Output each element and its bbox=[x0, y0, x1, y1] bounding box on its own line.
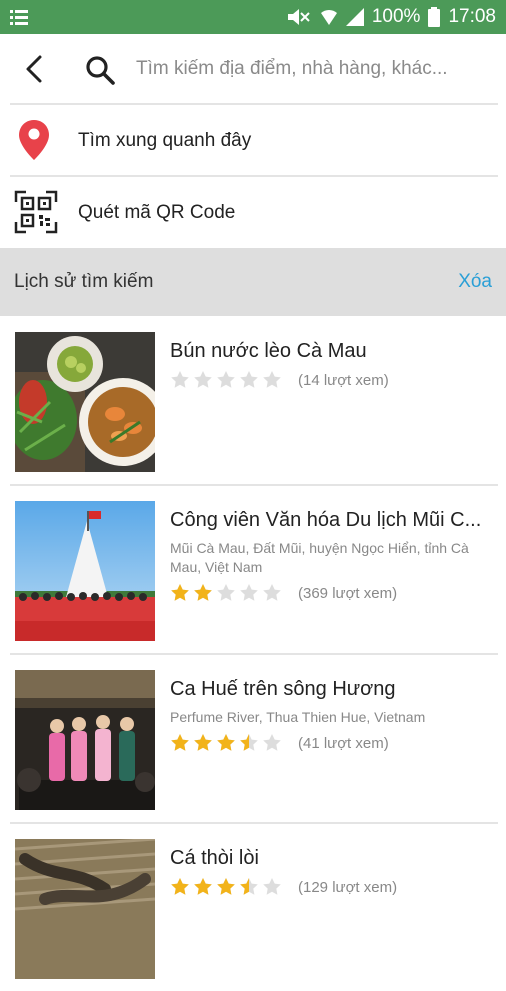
search-history-header: Lịch sử tìm kiếm Xóa bbox=[0, 248, 506, 316]
rating-row: (129 lượt xem) bbox=[170, 875, 397, 899]
history-item[interactable]: Cá thòi lòi (129 lượt xem) bbox=[0, 823, 506, 991]
star-filled-icon bbox=[171, 584, 189, 601]
star-filled-icon bbox=[171, 878, 189, 895]
location-pin-icon bbox=[19, 120, 49, 160]
star-filled-icon bbox=[171, 734, 189, 751]
nearby-label: Tìm xung quanh đây bbox=[78, 130, 252, 151]
item-address: Mũi Cà Mau, Đất Mũi, huyện Ngọc Hiển, tỉ… bbox=[170, 540, 469, 575]
food-photo bbox=[15, 332, 155, 472]
food-photo bbox=[15, 839, 155, 979]
view-count: (129 lượt xem) bbox=[298, 878, 398, 896]
star-empty-icon bbox=[217, 371, 235, 388]
notification-menu-icon bbox=[10, 10, 28, 25]
battery-icon bbox=[428, 7, 441, 27]
item-title: Cá thòi lòi bbox=[170, 847, 259, 869]
search-icon[interactable] bbox=[84, 54, 116, 86]
clock: 17:08 bbox=[448, 6, 496, 27]
divider bbox=[10, 175, 498, 177]
nearby-search-row[interactable]: Tìm xung quanh đây bbox=[0, 106, 506, 176]
item-title: Ca Huế trên sông Hương bbox=[170, 678, 396, 700]
rating-stars bbox=[170, 877, 282, 897]
status-bar: 100% 17:08 bbox=[0, 0, 506, 34]
star-empty-icon bbox=[240, 584, 258, 601]
star-filled-icon bbox=[194, 584, 212, 601]
back-arrow-icon[interactable] bbox=[20, 54, 50, 84]
item-title: Công viên Văn hóa Du lịch Mũi C... bbox=[170, 509, 482, 531]
qr-code-icon bbox=[14, 190, 58, 234]
rating-row: (14 lượt xem) bbox=[170, 368, 389, 392]
search-bar bbox=[0, 34, 506, 104]
history-item[interactable]: Công viên Văn hóa Du lịch Mũi C... Mũi C… bbox=[0, 485, 506, 653]
clear-history-button[interactable]: Xóa bbox=[458, 271, 492, 293]
rating-stars bbox=[170, 370, 282, 390]
star-filled-icon bbox=[194, 734, 212, 751]
star-filled-icon bbox=[217, 734, 235, 751]
item-title: Bún nước lèo Cà Mau bbox=[170, 340, 367, 362]
history-item[interactable]: Bún nước lèo Cà Mau (14 lượt xem) bbox=[0, 316, 506, 484]
search-input[interactable] bbox=[136, 54, 496, 84]
star-empty-icon bbox=[263, 878, 281, 895]
rating-stars bbox=[170, 583, 282, 603]
star-filled-icon bbox=[194, 878, 212, 895]
view-count: (14 lượt xem) bbox=[298, 371, 389, 389]
star-empty-icon bbox=[194, 371, 212, 388]
star-filled-icon bbox=[217, 878, 235, 895]
star-half-icon bbox=[240, 878, 258, 895]
search-history-title: Lịch sử tìm kiếm bbox=[14, 271, 154, 292]
signal-icon bbox=[345, 8, 364, 26]
divider bbox=[10, 103, 498, 105]
star-empty-icon bbox=[240, 371, 258, 388]
item-address: Perfume River, Thua Thien Hue, Vietnam bbox=[170, 709, 426, 725]
rating-stars bbox=[170, 733, 282, 753]
qr-label: Quét mã QR Code bbox=[78, 202, 236, 223]
star-empty-icon bbox=[263, 371, 281, 388]
star-empty-icon bbox=[171, 371, 189, 388]
rating-row: (41 lượt xem) bbox=[170, 731, 389, 755]
star-empty-icon bbox=[263, 584, 281, 601]
view-count: (41 lượt xem) bbox=[298, 734, 389, 752]
star-half-icon bbox=[240, 734, 258, 751]
place-photo bbox=[15, 501, 155, 641]
star-empty-icon bbox=[217, 584, 235, 601]
place-photo bbox=[15, 670, 155, 810]
star-empty-icon bbox=[263, 734, 281, 751]
view-count: (369 lượt xem) bbox=[298, 584, 398, 602]
history-item[interactable]: Ca Huế trên sông Hương Perfume River, Th… bbox=[0, 654, 506, 822]
rating-row: (369 lượt xem) bbox=[170, 581, 397, 605]
wifi-icon bbox=[320, 9, 337, 25]
qr-scan-row[interactable]: Quét mã QR Code bbox=[0, 178, 506, 248]
mute-icon bbox=[287, 9, 310, 25]
battery-percent: 100% bbox=[371, 6, 421, 27]
